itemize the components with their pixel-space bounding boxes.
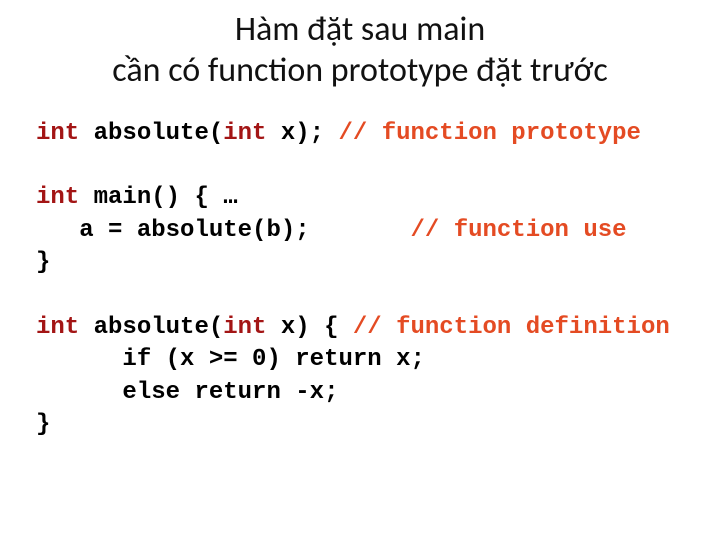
- kw-int-2: int: [223, 120, 266, 147]
- def-open: (: [209, 314, 223, 341]
- comment-definition: // function definition: [353, 314, 670, 341]
- title-line-2: cần có function prototype đặt trước: [112, 50, 607, 91]
- proto-open: (: [209, 120, 223, 147]
- main-open: main() { …: [79, 184, 237, 211]
- def-close: x) {: [266, 314, 352, 341]
- use-pad: [310, 217, 411, 244]
- comment-use: // function use: [410, 217, 626, 244]
- kw-return-1: return: [295, 346, 381, 373]
- slide-title: Hàm đặt sau main cần có function prototy…: [36, 10, 684, 92]
- kw-int-1: int: [36, 120, 79, 147]
- kw-int-4: int: [36, 314, 79, 341]
- else-indent: [36, 379, 122, 406]
- proto-close: x);: [266, 120, 324, 147]
- kw-return-2: return: [194, 379, 280, 406]
- if-indent: [36, 346, 122, 373]
- kw-int-3: int: [36, 184, 79, 211]
- main-close: }: [36, 249, 50, 276]
- def-closebrace: }: [36, 411, 50, 438]
- sp: [180, 379, 194, 406]
- fn-absolute-def: absolute: [94, 314, 209, 341]
- slide: Hàm đặt sau main cần có function prototy…: [0, 0, 720, 540]
- if-cond: (x >= 0): [151, 346, 295, 373]
- kw-int-5: int: [223, 314, 266, 341]
- comment-prototype: // function prototype: [324, 120, 641, 147]
- kw-if: if: [122, 346, 151, 373]
- use-prefix: a =: [36, 217, 137, 244]
- title-line-1: Hàm đặt sau main: [235, 9, 485, 50]
- kw-else: else: [122, 379, 180, 406]
- ret-x: x;: [382, 346, 425, 373]
- code-block: int absolute(int x); // function prototy…: [36, 118, 684, 442]
- ret-negx: -x;: [281, 379, 339, 406]
- use-call: absolute(b);: [137, 217, 310, 244]
- fn-absolute-proto: absolute: [94, 120, 209, 147]
